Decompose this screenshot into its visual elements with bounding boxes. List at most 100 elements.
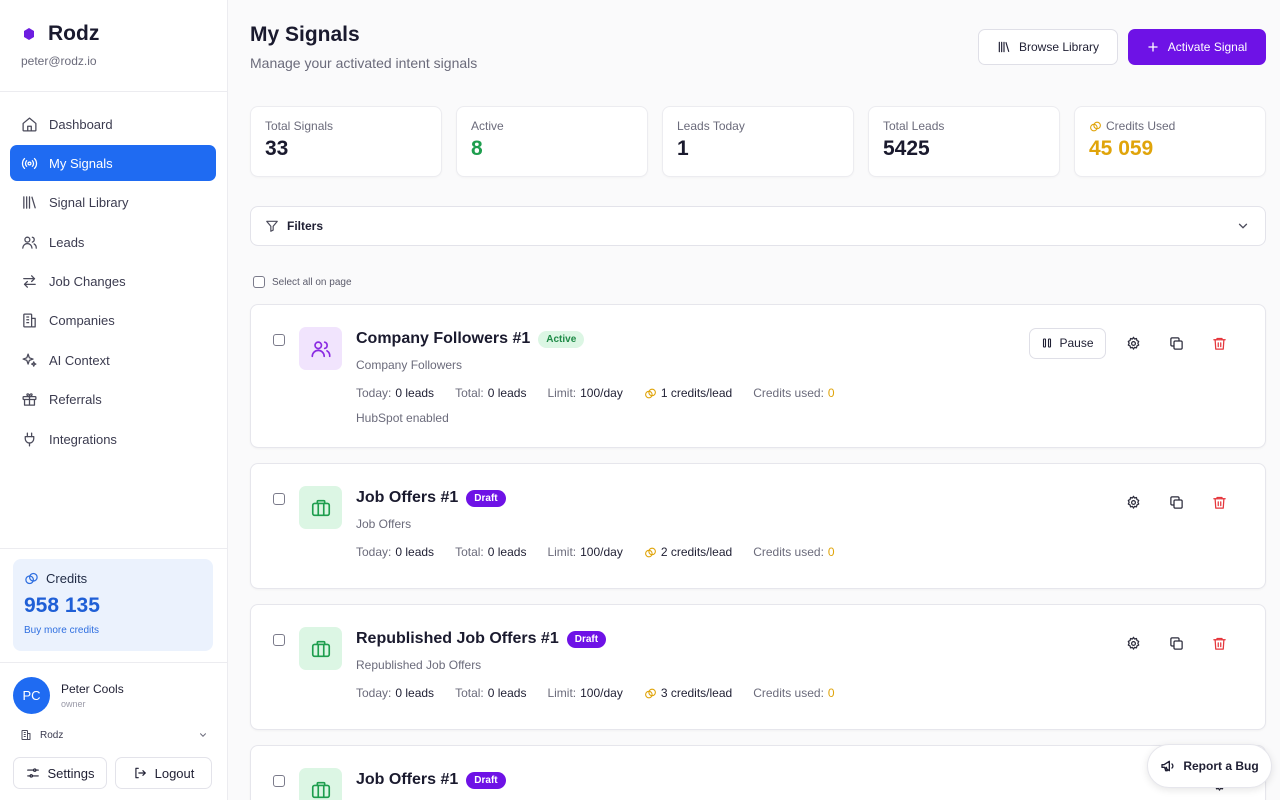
select-all-checkbox[interactable] <box>253 276 265 288</box>
library-icon <box>23 196 36 210</box>
user-name: Peter Cools <box>61 682 124 696</box>
credits-panel: Credits 958 135 Buy more credits <box>13 559 213 651</box>
trash-icon <box>1212 637 1226 650</box>
home-icon <box>22 116 37 132</box>
duplicate-button[interactable] <box>1160 627 1192 659</box>
chevron-down-icon <box>200 733 206 737</box>
trash-icon <box>1212 337 1226 350</box>
stat-label: Credits Used <box>1106 119 1176 133</box>
sidebar-item-integrations[interactable]: Integrations <box>10 421 216 457</box>
stat-value: 8 <box>471 137 483 160</box>
signal-name[interactable]: Job Offers #1 <box>356 771 458 789</box>
page-title: My Signals <box>250 23 360 46</box>
signal-type-icon <box>299 486 342 529</box>
copy-icon <box>1169 336 1183 350</box>
sidebar-item-label: Integrations <box>49 431 117 447</box>
sliders-icon <box>26 768 39 778</box>
gift-icon <box>22 393 37 407</box>
radio-signal-icon <box>21 157 38 169</box>
stat-label: Leads Today <box>677 119 745 133</box>
stat-value: 5425 <box>883 137 930 160</box>
total-label: Total: <box>455 545 484 559</box>
browse-library-button[interactable]: Browse Library <box>978 29 1118 65</box>
gear-icon <box>1127 495 1139 509</box>
report-bug-button[interactable]: Report a Bug <box>1147 744 1272 788</box>
signal-card: Company Followers #1 Active Company Foll… <box>250 304 1266 448</box>
signal-name[interactable]: Company Followers #1 <box>356 330 530 348</box>
signal-checkbox[interactable] <box>273 493 285 505</box>
coins-icon <box>1090 121 1101 131</box>
copy-icon <box>1169 495 1183 509</box>
settings-button[interactable]: Settings <box>13 757 107 789</box>
user-email: peter@rodz.io <box>21 54 97 68</box>
duplicate-button[interactable] <box>1160 327 1192 359</box>
sidebar-item-leads[interactable]: Leads <box>10 224 216 260</box>
signal-checkbox[interactable] <box>273 775 285 787</box>
user-profile[interactable]: PC Peter Cools owner <box>13 677 124 714</box>
sidebar-item-signal-library[interactable]: Signal Library <box>10 185 216 221</box>
stat-credits-used: Credits Used 45 059 <box>1074 106 1266 177</box>
logout-button[interactable]: Logout <box>115 757 212 789</box>
stat-total-signals: Total Signals 33 <box>250 106 442 177</box>
org-name: Rodz <box>40 729 64 741</box>
signal-card: Job Offers #1 Draft Job Offers Today: 0 l… <box>250 463 1266 589</box>
status-badge: Draft <box>466 489 506 507</box>
plug-icon <box>24 432 35 447</box>
arrows-exchange-icon <box>23 275 36 288</box>
status-badge: Draft <box>566 630 607 648</box>
credits-used-value: 0 <box>827 686 835 700</box>
signal-stats: Today: 0 leads Total: 0 leads Limit: 100/da… <box>356 545 856 559</box>
stat-active: Active 8 <box>456 106 648 177</box>
chevron-down-icon <box>1238 223 1248 229</box>
logout-icon <box>134 767 146 779</box>
credits-used-label: Credits used: <box>753 686 824 700</box>
sidebar-item-companies[interactable]: Companies <box>10 303 216 339</box>
total-value: 0 leads <box>487 545 527 559</box>
briefcase-icon <box>311 640 330 657</box>
signal-card: Republished Job Offers #1 Draft Republis… <box>250 604 1266 730</box>
signal-name[interactable]: Job Offers #1 <box>356 489 458 507</box>
signal-name[interactable]: Republished Job Offers #1 <box>356 630 559 648</box>
delete-button[interactable] <box>1203 327 1235 359</box>
sidebar-item-referrals[interactable]: Referrals <box>10 382 216 418</box>
signal-checkbox[interactable] <box>273 634 285 646</box>
stat-total-leads: Total Leads 5425 <box>868 106 1060 177</box>
divider <box>0 548 228 549</box>
delete-button[interactable] <box>1203 486 1235 518</box>
select-all-label: Select all on page <box>272 276 352 288</box>
copy-icon <box>1169 636 1183 650</box>
settings-gear-button[interactable] <box>1117 627 1149 659</box>
cost-value: 1 credits/lead <box>660 386 733 400</box>
activate-signal-label: Activate Signal <box>1167 40 1248 54</box>
stat-value: 1 <box>677 137 689 160</box>
filters-toggle[interactable]: Filters <box>250 206 1266 246</box>
signal-stats: Today: 0 leads Total: 0 leads Limit: 100/da… <box>356 686 856 700</box>
org-selector[interactable]: Rodz <box>20 729 208 741</box>
total-value: 0 leads <box>487 386 527 400</box>
sparkles-icon <box>22 353 37 367</box>
coins-icon <box>644 688 656 698</box>
limit-label: Limit: <box>547 686 577 700</box>
sidebar: Rodz peter@rodz.io Dashboard My Signals … <box>0 0 228 800</box>
delete-button[interactable] <box>1203 627 1235 659</box>
avatar: PC <box>13 677 50 714</box>
pause-button[interactable]: Pause <box>1029 327 1106 359</box>
sidebar-item-my-signals[interactable]: My Signals <box>10 145 216 182</box>
today-value: 0 leads <box>395 545 435 559</box>
settings-gear-button[interactable] <box>1117 486 1149 518</box>
signal-checkbox[interactable] <box>273 334 285 346</box>
today-label: Today: <box>356 545 392 559</box>
buy-credits-link[interactable]: Buy more credits <box>24 625 202 636</box>
logout-label: Logout <box>154 765 195 781</box>
sidebar-item-job-changes[interactable]: Job Changes <box>10 264 216 300</box>
sidebar-item-dashboard[interactable]: Dashboard <box>10 106 216 142</box>
library-icon <box>998 41 1010 53</box>
plus-icon <box>1148 42 1158 52</box>
activate-signal-button[interactable]: Activate Signal <box>1128 29 1266 65</box>
sidebar-item-ai-context[interactable]: AI Context <box>10 342 216 378</box>
status-badge: Active <box>538 330 585 348</box>
duplicate-button[interactable] <box>1160 486 1192 518</box>
settings-gear-button[interactable] <box>1117 327 1149 359</box>
brand[interactable]: Rodz <box>22 22 99 46</box>
signal-card: Job Offers #1 Draft <box>250 745 1266 800</box>
